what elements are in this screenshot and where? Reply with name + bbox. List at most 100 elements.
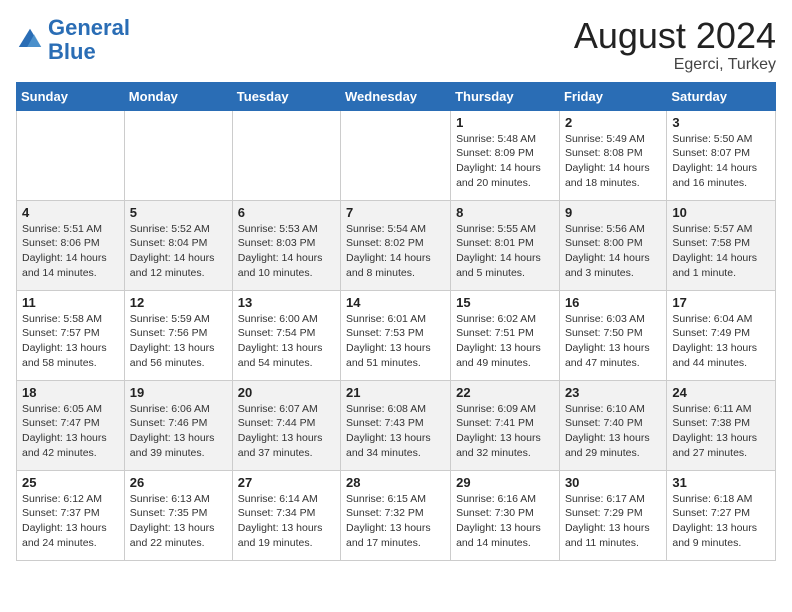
calendar-week-row: 1 Sunrise: 5:48 AMSunset: 8:09 PMDaylight… bbox=[17, 110, 776, 200]
calendar-cell: 29 Sunrise: 6:16 AMSunset: 7:30 PMDayligh… bbox=[451, 470, 560, 560]
calendar-cell: 5 Sunrise: 5:52 AMSunset: 8:04 PMDaylight… bbox=[124, 200, 232, 290]
logo: GeneralBlue bbox=[16, 16, 130, 64]
day-number: 18 bbox=[22, 385, 119, 400]
day-info: Sunrise: 5:50 AMSunset: 8:07 PMDaylight:… bbox=[672, 132, 770, 191]
calendar-cell: 10Sunrise: 5:57 AMSunset: 7:58 PMDayligh… bbox=[667, 200, 776, 290]
day-number: 5 bbox=[130, 205, 227, 220]
day-number: 2 bbox=[565, 115, 661, 130]
calendar-cell: 3 Sunrise: 5:50 AMSunset: 8:07 PMDaylight… bbox=[667, 110, 776, 200]
calendar-cell: 27 Sunrise: 6:14 AMSunset: 7:34 PMDayligh… bbox=[232, 470, 340, 560]
day-number: 11 bbox=[22, 295, 119, 310]
day-info: Sunrise: 6:14 AMSunset: 7:34 PMDaylight:… bbox=[238, 492, 335, 551]
calendar-week-row: 4 Sunrise: 5:51 AMSunset: 8:06 PMDaylight… bbox=[17, 200, 776, 290]
calendar-cell: 18 Sunrise: 6:05 AMSunset: 7:47 PMDayligh… bbox=[17, 380, 125, 470]
day-info: Sunrise: 6:13 AMSunset: 7:35 PMDaylight:… bbox=[130, 492, 227, 551]
calendar-cell: 24Sunrise: 6:11 AMSunset: 7:38 PMDayligh… bbox=[667, 380, 776, 470]
day-info: Sunrise: 6:16 AMSunset: 7:30 PMDaylight:… bbox=[456, 492, 554, 551]
day-number: 15 bbox=[456, 295, 554, 310]
calendar-cell: 12 Sunrise: 5:59 AMSunset: 7:56 PMDayligh… bbox=[124, 290, 232, 380]
calendar-week-row: 25Sunrise: 6:12 AMSunset: 7:37 PMDayligh… bbox=[17, 470, 776, 560]
logo-icon bbox=[16, 26, 44, 54]
calendar-cell: 28 Sunrise: 6:15 AMSunset: 7:32 PMDayligh… bbox=[341, 470, 451, 560]
calendar-cell: 23 Sunrise: 6:10 AMSunset: 7:40 PMDayligh… bbox=[559, 380, 666, 470]
day-number: 31 bbox=[672, 475, 770, 490]
day-info: Sunrise: 5:51 AMSunset: 8:06 PMDaylight:… bbox=[22, 222, 119, 281]
day-number: 1 bbox=[456, 115, 554, 130]
day-number: 9 bbox=[565, 205, 661, 220]
day-number: 23 bbox=[565, 385, 661, 400]
day-info: Sunrise: 6:15 AMSunset: 7:32 PMDaylight:… bbox=[346, 492, 445, 551]
day-info: Sunrise: 5:54 AMSunset: 8:02 PMDaylight:… bbox=[346, 222, 445, 281]
day-info: Sunrise: 6:03 AMSunset: 7:50 PMDaylight:… bbox=[565, 312, 661, 371]
day-info: Sunrise: 6:18 AMSunset: 7:27 PMDaylight:… bbox=[672, 492, 770, 551]
calendar-cell: 2 Sunrise: 5:49 AMSunset: 8:08 PMDaylight… bbox=[559, 110, 666, 200]
day-info: Sunrise: 6:09 AMSunset: 7:41 PMDaylight:… bbox=[456, 402, 554, 461]
day-info: Sunrise: 5:55 AMSunset: 8:01 PMDaylight:… bbox=[456, 222, 554, 281]
calendar-cell: 8 Sunrise: 5:55 AMSunset: 8:01 PMDaylight… bbox=[451, 200, 560, 290]
day-number: 29 bbox=[456, 475, 554, 490]
day-info: Sunrise: 5:52 AMSunset: 8:04 PMDaylight:… bbox=[130, 222, 227, 281]
calendar-cell: 6 Sunrise: 5:53 AMSunset: 8:03 PMDaylight… bbox=[232, 200, 340, 290]
day-info: Sunrise: 5:48 AMSunset: 8:09 PMDaylight:… bbox=[456, 132, 554, 191]
day-number: 30 bbox=[565, 475, 661, 490]
day-info: Sunrise: 6:10 AMSunset: 7:40 PMDaylight:… bbox=[565, 402, 661, 461]
title-section: August 2024 Egerci, Turkey bbox=[574, 16, 776, 74]
calendar-cell: 11 Sunrise: 5:58 AMSunset: 7:57 PMDayligh… bbox=[17, 290, 125, 380]
calendar-cell: 22 Sunrise: 6:09 AMSunset: 7:41 PMDayligh… bbox=[451, 380, 560, 470]
day-info: Sunrise: 6:11 AMSunset: 7:38 PMDaylight:… bbox=[672, 402, 770, 461]
calendar-cell bbox=[232, 110, 340, 200]
day-number: 6 bbox=[238, 205, 335, 220]
calendar-cell: 19Sunrise: 6:06 AMSunset: 7:46 PMDayligh… bbox=[124, 380, 232, 470]
calendar-cell: 7 Sunrise: 5:54 AMSunset: 8:02 PMDaylight… bbox=[341, 200, 451, 290]
day-info: Sunrise: 6:02 AMSunset: 7:51 PMDaylight:… bbox=[456, 312, 554, 371]
calendar-cell: 16 Sunrise: 6:03 AMSunset: 7:50 PMDayligh… bbox=[559, 290, 666, 380]
day-number: 4 bbox=[22, 205, 119, 220]
weekday-header-wednesday: Wednesday bbox=[341, 82, 451, 110]
weekday-header-thursday: Thursday bbox=[451, 82, 560, 110]
calendar-cell: 21Sunrise: 6:08 AMSunset: 7:43 PMDayligh… bbox=[341, 380, 451, 470]
day-info: Sunrise: 6:05 AMSunset: 7:47 PMDaylight:… bbox=[22, 402, 119, 461]
calendar-cell: 26 Sunrise: 6:13 AMSunset: 7:35 PMDayligh… bbox=[124, 470, 232, 560]
day-info: Sunrise: 5:53 AMSunset: 8:03 PMDaylight:… bbox=[238, 222, 335, 281]
calendar-cell: 31 Sunrise: 6:18 AMSunset: 7:27 PMDayligh… bbox=[667, 470, 776, 560]
weekday-header-sunday: Sunday bbox=[17, 82, 125, 110]
day-number: 17 bbox=[672, 295, 770, 310]
page-header: GeneralBlue August 2024 Egerci, Turkey bbox=[16, 16, 776, 74]
day-info: Sunrise: 6:17 AMSunset: 7:29 PMDaylight:… bbox=[565, 492, 661, 551]
day-number: 27 bbox=[238, 475, 335, 490]
day-number: 20 bbox=[238, 385, 335, 400]
weekday-header-monday: Monday bbox=[124, 82, 232, 110]
day-number: 14 bbox=[346, 295, 445, 310]
day-number: 10 bbox=[672, 205, 770, 220]
calendar-week-row: 11 Sunrise: 5:58 AMSunset: 7:57 PMDayligh… bbox=[17, 290, 776, 380]
calendar-cell: 4 Sunrise: 5:51 AMSunset: 8:06 PMDaylight… bbox=[17, 200, 125, 290]
day-number: 16 bbox=[565, 295, 661, 310]
calendar-cell: 1 Sunrise: 5:48 AMSunset: 8:09 PMDaylight… bbox=[451, 110, 560, 200]
day-info: Sunrise: 5:59 AMSunset: 7:56 PMDaylight:… bbox=[130, 312, 227, 371]
day-number: 28 bbox=[346, 475, 445, 490]
day-number: 26 bbox=[130, 475, 227, 490]
day-number: 12 bbox=[130, 295, 227, 310]
day-info: Sunrise: 5:56 AMSunset: 8:00 PMDaylight:… bbox=[565, 222, 661, 281]
calendar-table: SundayMondayTuesdayWednesdayThursdayFrid… bbox=[16, 82, 776, 561]
day-info: Sunrise: 5:58 AMSunset: 7:57 PMDaylight:… bbox=[22, 312, 119, 371]
day-number: 25 bbox=[22, 475, 119, 490]
calendar-cell: 20Sunrise: 6:07 AMSunset: 7:44 PMDayligh… bbox=[232, 380, 340, 470]
day-info: Sunrise: 6:00 AMSunset: 7:54 PMDaylight:… bbox=[238, 312, 335, 371]
day-number: 22 bbox=[456, 385, 554, 400]
day-number: 8 bbox=[456, 205, 554, 220]
calendar-cell: 17 Sunrise: 6:04 AMSunset: 7:49 PMDayligh… bbox=[667, 290, 776, 380]
day-info: Sunrise: 5:49 AMSunset: 8:08 PMDaylight:… bbox=[565, 132, 661, 191]
month-year-title: August 2024 bbox=[574, 16, 776, 56]
logo-text: GeneralBlue bbox=[48, 16, 130, 64]
day-number: 3 bbox=[672, 115, 770, 130]
calendar-cell bbox=[124, 110, 232, 200]
calendar-cell: 14 Sunrise: 6:01 AMSunset: 7:53 PMDayligh… bbox=[341, 290, 451, 380]
calendar-cell: 13Sunrise: 6:00 AMSunset: 7:54 PMDayligh… bbox=[232, 290, 340, 380]
day-info: Sunrise: 6:04 AMSunset: 7:49 PMDaylight:… bbox=[672, 312, 770, 371]
day-info: Sunrise: 6:01 AMSunset: 7:53 PMDaylight:… bbox=[346, 312, 445, 371]
weekday-header-tuesday: Tuesday bbox=[232, 82, 340, 110]
calendar-cell: 9 Sunrise: 5:56 AMSunset: 8:00 PMDaylight… bbox=[559, 200, 666, 290]
weekday-header-friday: Friday bbox=[559, 82, 666, 110]
day-number: 7 bbox=[346, 205, 445, 220]
